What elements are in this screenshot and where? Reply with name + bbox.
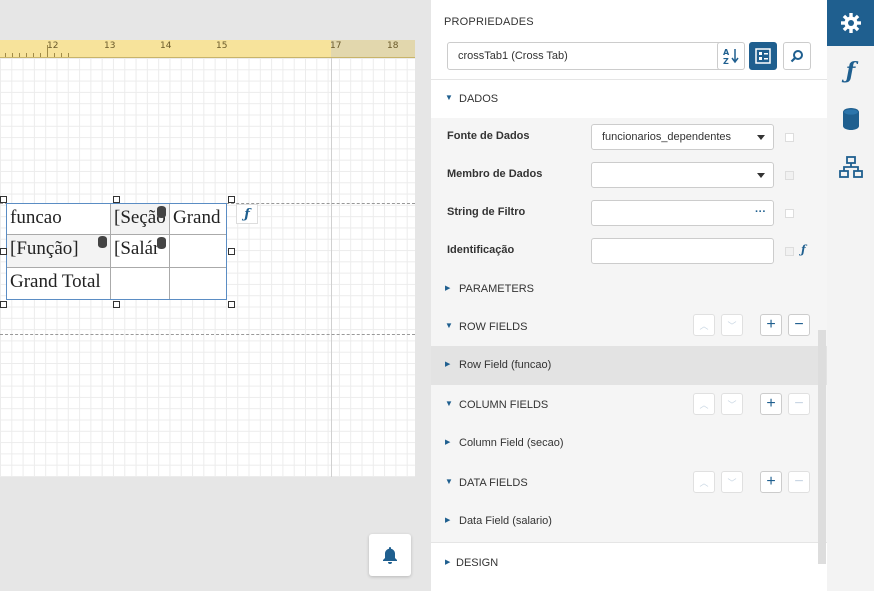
string-de-filtro-input[interactable]: ··· [591,200,774,226]
database-icon [157,206,166,218]
move-down-button[interactable]: ﹀ [721,314,743,336]
ruler-label: 18 [387,41,399,51]
tab-properties[interactable] [827,0,874,46]
function-icon[interactable]: ƒ [801,243,806,256]
database-icon [842,108,859,130]
ruler-tick [39,53,41,57]
chevron-right-icon: ▶ [445,517,451,524]
chevron-down-icon [757,173,765,178]
resize-handle[interactable] [228,196,235,203]
ruler-tick [18,53,20,57]
add-column-field-button[interactable]: + [760,393,782,415]
membro-de-dados-select[interactable] [591,162,774,188]
bell-icon [383,547,397,564]
chevron-down-icon [757,135,765,140]
report-designer-surface: 12 13 14 15 17 18 funcao [Seção Grand [Função… [0,0,431,591]
database-icon [157,237,166,249]
hierarchy-icon [838,156,863,178]
add-row-field-button[interactable]: + [760,314,782,336]
gear-icon [840,13,861,33]
ruler-tick [25,53,27,57]
panel-title: PROPRIEDADES [444,16,534,28]
ruler-label: 15 [216,41,228,51]
chevron-right-icon: ▶ [445,285,451,292]
binding-checkbox[interactable] [785,171,794,180]
add-data-field-button[interactable]: + [760,471,782,493]
ruler-tick [54,53,56,57]
notification-button[interactable] [369,534,411,576]
report-canvas[interactable]: funcao [Seção Grand [Função] [Salár Gran… [0,58,415,477]
search-button[interactable] [783,42,811,70]
resize-handle[interactable] [113,301,120,308]
crosstab-cell[interactable] [170,268,226,299]
search-icon [790,50,803,63]
function-icon: ƒ [845,58,856,84]
svg-text:A: A [723,48,730,57]
chevron-right-icon: ▶ [445,439,451,446]
resize-handle[interactable] [0,196,7,203]
tab-expressions[interactable]: ƒ [827,48,874,94]
crosstab-cell[interactable]: Grand Total [7,268,111,299]
side-tabs: ƒ [827,0,874,591]
move-up-button[interactable]: ︿ [693,471,715,493]
ruler-label: 17 [330,41,342,51]
crosstab-cell[interactable] [111,268,170,299]
ruler-tick [4,53,6,57]
ellipsis-icon[interactable]: ··· [755,200,766,224]
ruler-tick [68,53,70,57]
resize-handle[interactable] [0,248,7,255]
resize-handle[interactable] [228,248,235,255]
ruler-tick [11,53,13,57]
move-up-button[interactable]: ︿ [693,314,715,336]
object-selector-value: crossTab1 (Cross Tab) [458,50,568,62]
chevron-down-icon: ▼ [445,477,453,486]
resize-handle[interactable] [228,301,235,308]
chevron-right-icon: ▶ [445,361,451,368]
crosstab-cell[interactable]: funcao [7,204,111,235]
move-down-button[interactable]: ﹀ [721,471,743,493]
resize-handle[interactable] [113,196,120,203]
ruler-tick [32,53,34,57]
resize-handle[interactable] [0,301,7,308]
remove-column-field-button[interactable]: − [788,393,810,415]
object-selector[interactable]: crossTab1 (Cross Tab) [447,42,739,70]
remove-row-field-button[interactable]: − [788,314,810,336]
cross-tab-control[interactable]: funcao [Seção Grand [Função] [Salár Gran… [6,203,227,300]
ruler-label: 14 [160,41,172,51]
svg-text:Z: Z [723,57,729,65]
property-fonte-de-dados: Fonte de Dados funcionarios_dependentes [431,118,817,156]
remove-data-field-button[interactable]: − [788,471,810,493]
crosstab-cell[interactable] [170,235,226,268]
database-icon [98,236,107,248]
tab-field-list[interactable] [827,96,874,142]
panel-scrollbar[interactable] [818,330,826,564]
property-membro-de-dados: Membro de Dados [431,156,817,194]
property-string-de-filtro: String de Filtro ··· [431,194,817,232]
ruler-label: 12 [47,41,59,51]
expression-button[interactable]: ƒ [236,204,258,224]
chevron-down-icon: ▼ [445,321,453,330]
move-down-button[interactable]: ﹀ [721,393,743,415]
tab-report-explorer[interactable] [827,144,874,190]
binding-checkbox[interactable] [785,133,794,142]
crosstab-cell[interactable]: Grand [170,204,226,235]
property-identificacao: Identificação ƒ [431,232,817,270]
chevron-right-icon: ▶ [445,559,451,566]
categorized-view-button[interactable] [749,42,777,70]
horizontal-ruler: 12 13 14 15 17 18 [0,40,415,58]
sort-az-icon: A Z [723,48,739,65]
binding-checkbox[interactable] [785,209,794,218]
move-up-button[interactable]: ︿ [693,393,715,415]
chevron-down-icon: ▼ [445,399,453,408]
binding-checkbox[interactable] [785,247,794,256]
crosstab-cell[interactable]: [Função] [7,235,111,268]
identificacao-input[interactable] [591,238,774,264]
ruler-label: 13 [104,41,116,51]
fonte-de-dados-select[interactable]: funcionarios_dependentes [591,124,774,150]
sort-az-button[interactable]: A Z [717,42,745,70]
ruler-tick [61,53,63,57]
chevron-down-icon: ▼ [445,93,453,102]
list-icon [755,48,771,64]
properties-panel: PROPRIEDADES crossTab1 (Cross Tab) A Z ▼… [431,0,827,591]
